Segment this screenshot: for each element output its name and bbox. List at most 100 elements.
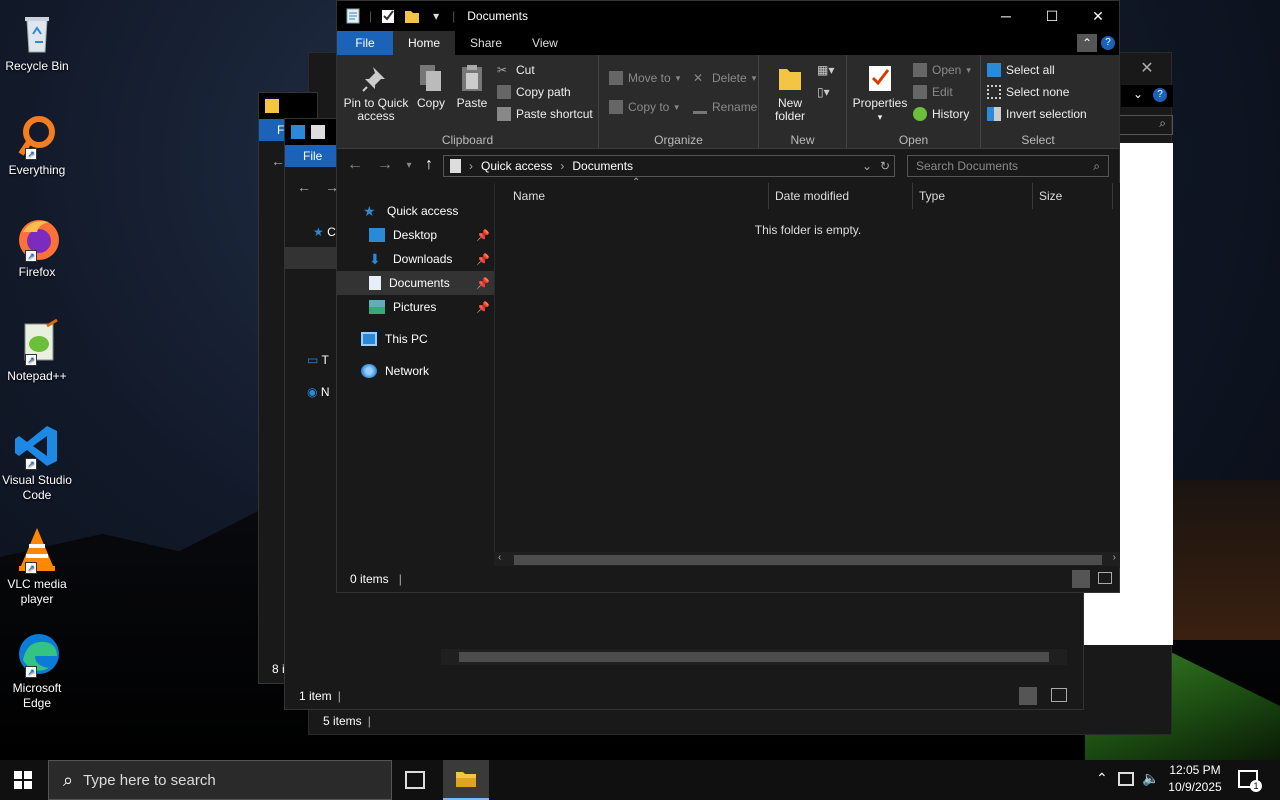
nav-item-network[interactable]: Network xyxy=(337,359,494,383)
pin-to-quick-access-button[interactable]: Pin to Quick access xyxy=(341,61,411,123)
copy-to-button[interactable]: Copy to ▾ xyxy=(609,100,679,114)
copy-button[interactable]: Copy xyxy=(413,61,449,110)
show-hidden-icons-chevron-icon[interactable]: ⌃ xyxy=(1096,770,1108,787)
network-status-icon[interactable] xyxy=(1118,772,1134,786)
tab-share[interactable]: Share xyxy=(455,31,517,55)
forward-arrow-icon[interactable]: → xyxy=(375,156,395,174)
file-list[interactable]: ⌃ Name Date modified Type Size This fold… xyxy=(494,177,1120,568)
chevron-down-icon[interactable]: ⌄ xyxy=(1133,87,1143,101)
group-new: New folder ▦▾ ▯▾ New xyxy=(759,55,847,149)
collapse-ribbon-icon[interactable]: ⌃ xyxy=(1077,34,1097,52)
nav-item-quick-access[interactable]: ★ C xyxy=(313,225,336,239)
move-to-button[interactable]: Move to ▾ xyxy=(609,71,680,85)
new-folder-icon[interactable] xyxy=(404,8,420,24)
delete-button[interactable]: ✕ Delete ▾ xyxy=(693,71,756,85)
nav-item-this-pc[interactable]: ▭ T xyxy=(307,353,329,367)
history-button[interactable]: History xyxy=(913,107,969,121)
scroll-right-icon[interactable]: › xyxy=(1113,552,1116,563)
nav-item-quick-access[interactable]: ★ Quick access xyxy=(337,199,494,223)
desktop-icon-edge[interactable]: ↗ Microsoft Edge xyxy=(0,630,74,711)
notification-center-icon[interactable]: 1 xyxy=(1238,770,1262,792)
refresh-icon[interactable]: ↻ xyxy=(880,159,890,173)
desktop-icon-everything[interactable]: ↗ Everything xyxy=(0,112,74,178)
checkmark-icon[interactable] xyxy=(380,8,396,24)
select-all-button[interactable]: Select all xyxy=(987,63,1055,77)
copy-path-button[interactable]: Copy path xyxy=(497,85,571,99)
status-text: 1 item xyxy=(299,689,332,703)
taskbar-file-explorer[interactable] xyxy=(443,760,489,800)
up-arrow-icon[interactable]: ↑ xyxy=(419,156,439,174)
quick-access-dropdown-icon[interactable]: ▾ xyxy=(428,8,444,24)
properties-button[interactable]: Properties ▾ xyxy=(851,61,909,124)
details-view-icon[interactable] xyxy=(1072,570,1090,588)
tab-view[interactable]: View xyxy=(517,31,573,55)
scroll-left-icon[interactable]: ‹ xyxy=(498,552,501,563)
easy-access-icon[interactable]: ▯▾ xyxy=(817,85,839,101)
paste-shortcut-button[interactable]: Paste shortcut xyxy=(497,107,593,121)
minimize-icon[interactable]: ─ xyxy=(983,1,1029,31)
close-icon[interactable]: ✕ xyxy=(1123,53,1171,83)
desktop-icon-vscode[interactable]: ↗ Visual Studio Code xyxy=(0,422,74,503)
nav-item-downloads[interactable]: ⬇ Downloads 📌 xyxy=(337,247,494,271)
horizontal-scrollbar[interactable] xyxy=(441,649,1067,665)
explorer-window-documents[interactable]: | ▾ | Documents ─ ☐ ✕ File Home Share Vi… xyxy=(336,0,1120,593)
tiles-view-icon[interactable] xyxy=(1051,688,1067,702)
cut-button[interactable]: ✂ Cut xyxy=(497,63,535,77)
group-label: New xyxy=(790,133,815,147)
column-header-type[interactable]: Type xyxy=(913,183,1033,209)
tab-home[interactable]: Home xyxy=(393,31,456,55)
search-icon: ⌕ xyxy=(1093,159,1100,173)
back-arrow-icon[interactable]: ← xyxy=(345,156,365,174)
star-icon: ★ xyxy=(363,203,376,219)
column-header-name[interactable]: Name xyxy=(507,183,769,209)
new-folder-button[interactable]: New folder xyxy=(765,61,815,123)
task-view-icon[interactable] xyxy=(405,771,425,789)
copy-label: Copy xyxy=(416,96,445,110)
nav-item-pictures[interactable]: Pictures 📌 xyxy=(337,295,494,319)
back-arrow-icon[interactable]: ← xyxy=(271,153,285,169)
paste-button[interactable]: Paste xyxy=(453,61,491,110)
back-arrow-icon[interactable]: ← xyxy=(297,179,311,195)
breadcrumb-documents[interactable]: Documents xyxy=(572,159,633,173)
edit-button[interactable]: Edit xyxy=(913,85,953,99)
separator: | xyxy=(452,9,456,23)
nav-item-documents[interactable]: Documents 📌 xyxy=(337,271,494,295)
open-button[interactable]: Open ▾ xyxy=(913,63,971,77)
desktop-icon-label: Notepad++ xyxy=(7,369,67,383)
address-bar[interactable]: › Quick access › Documents ⌄ ↻ xyxy=(443,155,895,177)
scrollbar-thumb[interactable] xyxy=(459,652,1049,662)
help-icon[interactable]: ? xyxy=(1153,88,1167,102)
volume-muted-icon[interactable]: 🔈 xyxy=(1142,770,1159,787)
nav-item-desktop[interactable]: Desktop 📌 xyxy=(337,223,494,247)
details-view-icon[interactable] xyxy=(1019,687,1037,705)
column-header-size[interactable]: Size xyxy=(1033,183,1113,209)
taskbar-search-box[interactable]: ⌕ Type here to search xyxy=(48,760,392,800)
tab-file[interactable]: File xyxy=(337,31,393,55)
maximize-icon[interactable]: ☐ xyxy=(1029,1,1075,31)
nav-item-this-pc[interactable]: This PC xyxy=(337,327,494,351)
file-tab[interactable]: File xyxy=(285,145,337,167)
search-box[interactable]: Search Documents ⌕ xyxy=(907,155,1109,177)
desktop-icon-notepadpp[interactable]: ↗ Notepad++ xyxy=(0,318,74,384)
windows-start-icon[interactable] xyxy=(14,771,32,789)
help-icon[interactable]: ? xyxy=(1101,36,1115,50)
recent-dropdown-icon[interactable]: ▾ xyxy=(399,160,419,171)
close-icon[interactable]: ✕ xyxy=(1075,1,1121,31)
address-dropdown-icon[interactable]: ⌄ xyxy=(862,159,872,173)
search-icon[interactable]: ⌕ xyxy=(1119,115,1173,135)
new-item-icon[interactable]: ▦▾ xyxy=(817,63,839,79)
rename-button[interactable]: Rename xyxy=(693,100,757,114)
breadcrumb-quick-access[interactable]: Quick access xyxy=(481,159,552,173)
properties-icon[interactable] xyxy=(345,8,361,24)
group-label: Open xyxy=(898,133,929,147)
column-header-date-modified[interactable]: Date modified xyxy=(769,183,913,209)
scrollbar-thumb[interactable] xyxy=(514,555,1102,565)
system-clock[interactable]: 12:05 PM 10/9/2025 xyxy=(1162,762,1228,796)
desktop-icon-vlc[interactable]: ↗ VLC media player xyxy=(0,526,74,607)
desktop-icon-firefox[interactable]: ↗ Firefox xyxy=(0,214,74,280)
desktop-icon-recycle-bin[interactable]: Recycle Bin xyxy=(0,8,74,74)
select-none-button[interactable]: Select none xyxy=(987,85,1069,99)
nav-item-network[interactable]: ◉ N xyxy=(307,385,330,399)
invert-selection-button[interactable]: Invert selection xyxy=(987,107,1087,121)
large-icons-view-icon[interactable] xyxy=(1098,572,1112,584)
